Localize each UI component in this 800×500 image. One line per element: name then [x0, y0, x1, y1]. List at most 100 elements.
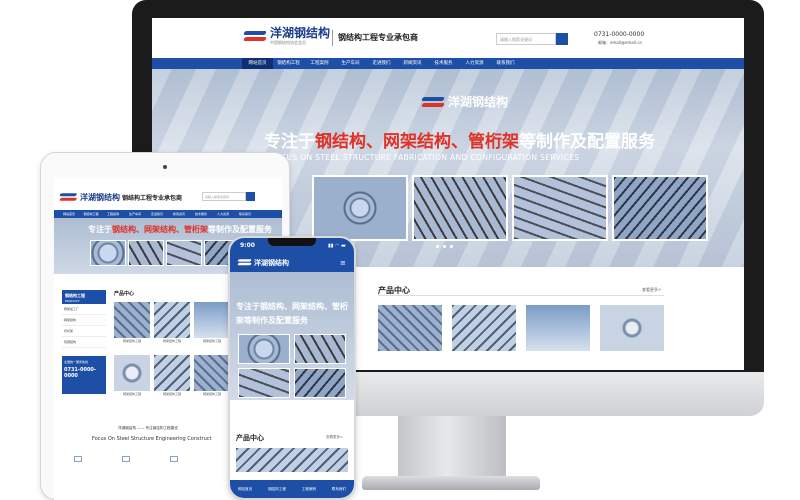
- nav-item-service[interactable]: 技术服务: [428, 58, 459, 69]
- banner-photo: [238, 334, 290, 364]
- nav-item-hr[interactable]: 人力资源: [459, 58, 490, 69]
- tablet-nav-item[interactable]: 生产车间: [124, 210, 146, 218]
- banner-photo: [90, 240, 126, 266]
- tab-steel[interactable]: 钢结构工程: [268, 487, 286, 492]
- tab-cases[interactable]: 工程案例: [302, 487, 316, 492]
- nav-item-workshop[interactable]: 生产车间: [335, 58, 366, 69]
- tablet-nav: 网站首页 钢结构工程 工程案例 生产车间 走进我们 新闻资讯 技术服务 人力资源…: [54, 210, 282, 218]
- banner-photo: [238, 368, 290, 398]
- phone-brand-name: 洋湖钢结构: [254, 259, 289, 267]
- phone-frame: 9:00 ▮▮ ◠ ▬ 洋湖钢结构 ≡ 专注于钢结构、网架结构、管桁架等制作及配…: [228, 236, 356, 500]
- nav-item-contact[interactable]: 联系我们: [490, 58, 521, 69]
- product-thumbnail[interactable]: [526, 305, 590, 351]
- phone-icon[interactable]: [122, 456, 130, 462]
- tablet-nav-item[interactable]: 人力资源: [212, 210, 234, 218]
- chat-icon[interactable]: [74, 456, 82, 462]
- product-card[interactable]: 网架结构工程: [114, 355, 150, 396]
- tab-contact[interactable]: 联系我们: [332, 487, 346, 492]
- phone-hero-banner[interactable]: 专注于钢结构、网架结构、管桁架等制作及配置服务: [230, 272, 354, 400]
- product-thumbnail[interactable]: [378, 305, 442, 351]
- sidebar-item[interactable]: 网架加工厂: [62, 304, 106, 315]
- search-icon[interactable]: [246, 192, 255, 201]
- nav-item-about[interactable]: 走进我们: [366, 58, 397, 69]
- logo-icon: [422, 95, 444, 109]
- nav-item-home[interactable]: 网站首页: [242, 58, 273, 69]
- product-thumbnail[interactable]: [600, 305, 664, 351]
- tablet-products-title: 产品中心: [114, 291, 135, 297]
- tablet-headline: 专注于钢结构、网架结构、管桁架等制作及配置服务: [88, 225, 272, 234]
- tablet-search-input[interactable]: 请输入搜索关键词: [202, 192, 246, 201]
- tablet-sidebar: 钢结构工程 PRODUCT 网架加工厂 网架结构 管桁架 轻钢结构 全国统一服务…: [62, 290, 106, 420]
- logo-icon: [60, 192, 77, 203]
- product-card[interactable]: 网架结构工程: [194, 302, 230, 343]
- tab-home[interactable]: 网站首页: [238, 487, 252, 492]
- nav-item-steel[interactable]: 钢结构工程: [273, 58, 304, 69]
- phone-products-more-link[interactable]: 查看更多>: [326, 435, 343, 440]
- product-card[interactable]: 网架结构工程: [154, 355, 190, 396]
- phone-banner-photos: [238, 334, 346, 398]
- banner-photo: [294, 368, 346, 398]
- banner-photo: [512, 175, 608, 241]
- tablet-nav-item[interactable]: 工程案例: [102, 210, 124, 218]
- tablet-nav-item[interactable]: 联系我们: [234, 210, 256, 218]
- tablet-footer-slogan-en: Focus On Steel Structure Engineering Con…: [92, 436, 212, 442]
- section-divider: [378, 295, 664, 296]
- tablet-camera-icon: [163, 165, 167, 169]
- sidebar-contact-box: 全国统一服务热线 0731-0000-0000: [62, 356, 106, 394]
- banner-photo: [312, 175, 408, 241]
- desktop-brand-sub: 中国钢结构协会会员: [270, 40, 306, 45]
- product-card[interactable]: 网架结构工程: [154, 302, 190, 343]
- tablet-nav-item[interactable]: 走进我们: [146, 210, 168, 218]
- document-icon[interactable]: [170, 456, 178, 462]
- tablet-logo[interactable]: 洋湖钢结构: [60, 190, 120, 204]
- desktop-products-more-link[interactable]: 查看更多>: [642, 287, 661, 293]
- phone-time: 9:00: [240, 242, 255, 249]
- desktop-brand-name: 洋湖钢结构: [270, 26, 331, 40]
- phone-status-bar: 9:00 ▮▮ ◠ ▬: [230, 238, 354, 254]
- phone-tab-bar: 网站首页 钢结构工程 工程案例 联系我们: [230, 480, 354, 498]
- desktop-search-input[interactable]: 请输入搜索关键词: [496, 33, 556, 45]
- banner-photo: [412, 175, 508, 241]
- product-thumbnail[interactable]: [452, 305, 516, 351]
- banner-photo: [294, 334, 346, 364]
- desktop-header: 洋湖钢结构 中国钢结构协会会员 钢结构工程专业承包商 请输入搜索关键词 0731…: [152, 18, 744, 58]
- contact-number: 0731-0000-0000: [64, 367, 96, 379]
- banner-photo: [612, 175, 708, 241]
- desktop-tagline: 钢结构工程专业承包商: [338, 33, 418, 42]
- tablet-nav-item[interactable]: 网站首页: [58, 210, 80, 218]
- phone-notch: [268, 238, 316, 246]
- phone-headline: 专注于钢结构、网架结构、管桁架等制作及配置服务: [236, 302, 348, 325]
- logo-icon: [244, 29, 266, 43]
- monitor-stand-neck: [398, 416, 506, 478]
- sidebar-item[interactable]: 网架结构: [62, 315, 106, 326]
- phone-header: 洋湖钢结构 ≡: [230, 254, 354, 272]
- signal-icon: ▮▮ ◠ ▬: [328, 243, 346, 249]
- menu-icon[interactable]: ≡: [340, 259, 346, 267]
- tablet-products-grid: 网架结构工程 网架结构工程 网架结构工程 网架结构工程 网架结构工程 网架结构工…: [114, 302, 234, 396]
- contact-label: 全国统一服务热线: [64, 360, 89, 364]
- tablet-nav-item[interactable]: 技术服务: [190, 210, 212, 218]
- desktop-logo[interactable]: 洋湖钢结构 中国钢结构协会会员: [244, 26, 331, 46]
- desktop-phone: 0731-0000-0000: [594, 31, 645, 38]
- desktop-email: 邮箱：email@email.cn: [598, 40, 643, 45]
- header-divider: [332, 30, 333, 46]
- sidebar-item[interactable]: 轻钢结构: [62, 337, 106, 348]
- banner-logo: 洋湖钢结构: [422, 93, 508, 110]
- desktop-subline: FOCUS ON STEEL STRUCTURE FABRICATION AND…: [270, 153, 580, 162]
- desktop-nav: 网站首页 钢结构工程 工程案例 生产车间 走进我们 新闻资讯 技术服务 人力资源…: [152, 58, 744, 69]
- monitor-stand-base: [362, 476, 540, 490]
- product-thumbnail[interactable]: [236, 448, 348, 472]
- product-card[interactable]: 网架结构工程: [114, 302, 150, 343]
- tablet-banner-photos: [90, 240, 240, 266]
- nav-item-cases[interactable]: 工程案例: [304, 58, 335, 69]
- product-card[interactable]: 网架结构工程: [194, 355, 230, 396]
- tablet-tagline: 钢结构工程专业承包商: [122, 195, 183, 202]
- tablet-nav-item[interactable]: 新闻资讯: [168, 210, 190, 218]
- carousel-dots[interactable]: [436, 245, 453, 248]
- logo-icon: [238, 258, 251, 266]
- tablet-nav-item[interactable]: 钢结构工程: [80, 210, 102, 218]
- banner-photos: [312, 175, 744, 241]
- search-icon[interactable]: [556, 33, 568, 45]
- nav-item-news[interactable]: 新闻资讯: [397, 58, 428, 69]
- sidebar-item[interactable]: 管桁架: [62, 326, 106, 337]
